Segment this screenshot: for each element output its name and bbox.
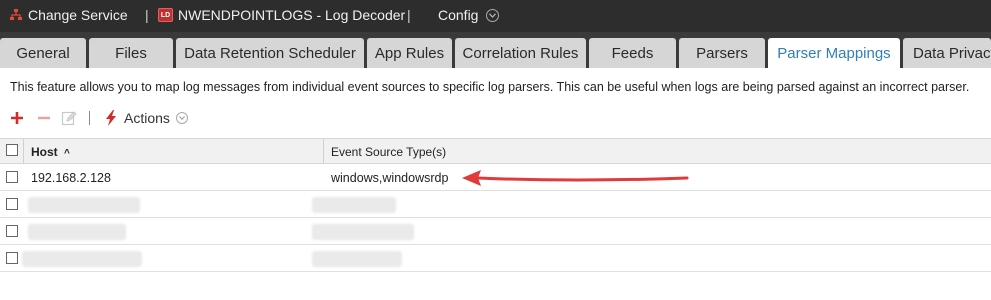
tab-data-privacy[interactable]: Data Privacy	[903, 38, 991, 68]
device-label: NWENDPOINTLOGS - Log Decoder	[178, 7, 406, 23]
add-button[interactable]	[9, 110, 25, 126]
redacted-event-source-types	[312, 251, 402, 267]
topbar-separator: |	[145, 7, 149, 23]
event-source-types-cell: windows,windowsrdp	[331, 171, 449, 185]
lightning-icon	[106, 110, 116, 126]
redacted-event-source-types	[312, 224, 414, 240]
top-bar: Change Service | LD NWENDPOINTLOGS - Log…	[0, 0, 991, 32]
tab-general[interactable]: General	[0, 38, 86, 68]
row-checkbox[interactable]	[6, 225, 18, 237]
table-header: Host ^ Event Source Type(s)	[0, 138, 991, 164]
redacted-host	[28, 224, 126, 240]
chevron-down-icon	[486, 8, 500, 22]
edit-button[interactable]	[61, 110, 77, 126]
actions-label: Actions	[124, 110, 170, 126]
actions-menu[interactable]: Actions	[104, 110, 188, 126]
host-header-label: Host	[31, 145, 58, 159]
table-row[interactable]: 192.168.2.128 windows,windowsrdp	[0, 164, 991, 191]
feature-description: This feature allows you to map log messa…	[10, 80, 970, 94]
tab-parsers[interactable]: Parsers	[679, 38, 765, 68]
change-service-button[interactable]: Change Service	[9, 7, 128, 23]
column-header-host[interactable]: Host ^	[31, 145, 70, 159]
chevron-down-icon	[175, 112, 188, 124]
select-all-checkbox[interactable]	[6, 144, 18, 156]
host-cell: 192.168.2.128	[31, 171, 111, 185]
hierarchy-icon	[9, 8, 23, 22]
tab-correlation-rules[interactable]: Correlation Rules	[455, 38, 586, 68]
sort-ascending-icon: ^	[64, 148, 70, 159]
table-row[interactable]	[0, 191, 991, 218]
column-header-event-source-types[interactable]: Event Source Type(s)	[331, 145, 446, 159]
edit-icon	[61, 111, 77, 126]
change-service-label: Change Service	[28, 7, 128, 23]
topbar-separator: |	[407, 7, 411, 23]
column-divider	[23, 139, 24, 164]
config-menu[interactable]: Config	[438, 7, 500, 23]
redacted-host	[28, 197, 140, 213]
tab-parser-mappings[interactable]: Parser Mappings	[768, 38, 900, 68]
tab-data-retention-scheduler[interactable]: Data Retention Scheduler	[176, 38, 364, 68]
remove-button[interactable]	[36, 110, 52, 126]
toolbar-divider	[89, 111, 90, 125]
plus-icon	[11, 112, 23, 124]
redacted-host	[22, 251, 142, 267]
config-label: Config	[438, 7, 479, 23]
row-checkbox[interactable]	[6, 252, 18, 264]
table-row[interactable]	[0, 218, 991, 245]
tab-app-rules[interactable]: App Rules	[367, 38, 452, 68]
device-name: LD NWENDPOINTLOGS - Log Decoder	[158, 7, 405, 23]
tab-files[interactable]: Files	[89, 38, 173, 68]
tab-feeds[interactable]: Feeds	[589, 38, 676, 68]
table-row[interactable]	[0, 245, 991, 272]
log-decoder-icon: LD	[158, 8, 173, 22]
tab-bar: General Files Data Retention Scheduler A…	[0, 32, 991, 68]
redacted-event-source-types	[312, 197, 396, 213]
row-checkbox[interactable]	[6, 198, 18, 210]
row-checkbox[interactable]	[6, 171, 18, 183]
column-divider	[323, 139, 324, 164]
minus-icon	[38, 116, 50, 120]
toolbar: Actions	[0, 106, 991, 132]
